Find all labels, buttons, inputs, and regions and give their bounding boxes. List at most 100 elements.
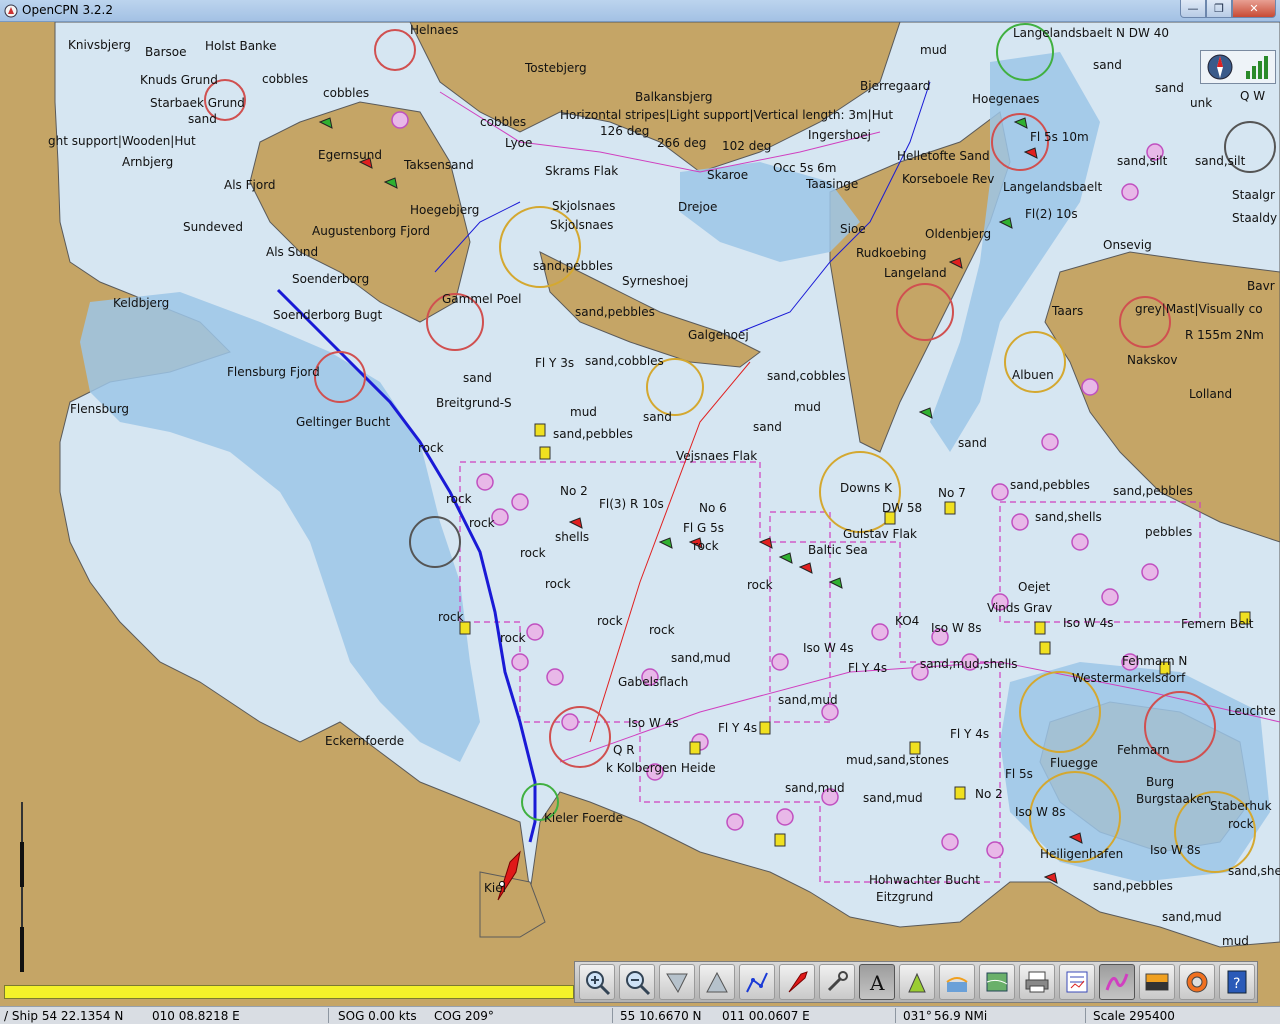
place-label: Oejet: [1018, 580, 1051, 594]
light-label: unk: [1190, 96, 1213, 110]
seabed-label: shells: [555, 530, 590, 544]
color-scheme-icon: [1145, 973, 1169, 991]
place-label: Geltinger Bucht: [296, 415, 391, 429]
window-title: OpenCPN 3.2.2: [22, 3, 113, 17]
light-label: Iso W 4s: [803, 641, 854, 655]
place-label: Eitzgrund: [876, 890, 934, 904]
buoy-label: No 6: [699, 501, 727, 515]
seabed-label: cobbles: [480, 115, 527, 129]
svg-text:?: ?: [1233, 976, 1240, 992]
light-label: Fl Y 4s: [848, 661, 888, 675]
seabed-label: mud: [570, 405, 597, 419]
seabed-label: mud: [1222, 934, 1249, 948]
route-manager-icon: [1066, 971, 1088, 993]
seabed-label: rock: [649, 623, 675, 637]
scale-out-button[interactable]: [699, 964, 735, 1000]
place-label: Staaldy: [1232, 211, 1278, 225]
light-label: Iso W 8s: [1150, 843, 1201, 857]
track-button[interactable]: [1099, 964, 1135, 1000]
color-scheme-button[interactable]: [1139, 964, 1175, 1000]
seabed-label: mud,sand,stones: [846, 753, 949, 767]
mob-button[interactable]: [1179, 964, 1215, 1000]
place-label: k Kolbergen Heide: [606, 761, 716, 775]
gps-signal-icon: [1245, 56, 1268, 79]
course-over-ground: COG 209°: [434, 1009, 494, 1023]
place-label: Flensburg: [70, 402, 130, 416]
light-label: Fl G 5s: [683, 521, 725, 535]
place-label: Soenderborg: [292, 272, 370, 286]
light-label: DW 58: [882, 501, 923, 515]
buoy-label: No 2: [560, 484, 588, 498]
funnel-up-icon: [706, 971, 728, 993]
bearing-label: 102 deg: [722, 139, 772, 153]
light-label: Occ 5s 6m: [773, 161, 837, 175]
help-button[interactable]: ?: [1219, 964, 1255, 1000]
minimize-button[interactable]: —: [1180, 0, 1206, 18]
settings-button[interactable]: [819, 964, 855, 1000]
scale-in-button[interactable]: [659, 964, 695, 1000]
seabed-label: sand: [753, 420, 782, 434]
buoy-label: No 2: [975, 787, 1003, 801]
place-label: Lolland: [1189, 387, 1233, 401]
seabed-label: rock: [438, 610, 464, 624]
place-label: Skaroe: [707, 168, 749, 182]
current-icon: [908, 972, 926, 993]
maximize-button[interactable]: ❐: [1206, 0, 1232, 18]
place-label: Augustenborg Fjord: [312, 224, 431, 238]
seabed-label: rock: [469, 516, 495, 530]
tide-button[interactable]: [939, 964, 975, 1000]
seabed-label: sand,pebbles: [1010, 478, 1090, 492]
place-label: Knuds Grund: [140, 73, 218, 87]
place-label: Vejsnaes Flak: [676, 449, 758, 463]
place-label: Barsoe: [145, 45, 187, 59]
light-label: Fl Y 4s: [950, 727, 990, 741]
place-label: Drejoe: [678, 200, 718, 214]
close-button[interactable]: ✕: [1232, 0, 1276, 18]
route-manager-button[interactable]: [1059, 964, 1095, 1000]
chart-canvas[interactable]: Knivsbjerg Barsoe Holst Banke Helnaes Kn…: [0, 22, 1280, 1006]
bearing-label: 266 deg: [657, 136, 707, 150]
place-label: Bjerregaard: [860, 79, 931, 93]
seabed-label: sand,mud: [863, 791, 923, 805]
place-label: Hoegenaes: [972, 92, 1040, 106]
chart-scale-bar: [20, 802, 24, 972]
ship-icon: [788, 971, 808, 993]
light-label: Iso W 4s: [1063, 616, 1114, 630]
buoy-label: No 7: [938, 486, 966, 500]
seabed-label: pebbles: [1145, 525, 1193, 539]
chart-progress-bar: [4, 985, 574, 999]
place-label: Galgehoej: [688, 328, 749, 342]
current-button[interactable]: [899, 964, 935, 1000]
light-label: Iso W 8s: [931, 621, 982, 635]
place-label: Sundeved: [183, 220, 243, 234]
print-button[interactable]: [1019, 964, 1055, 1000]
text-button[interactable]: A: [859, 964, 895, 1000]
compass-widget[interactable]: [1200, 50, 1276, 84]
seabed-label: rock: [500, 631, 526, 645]
seabed-label: cobbles: [262, 72, 309, 86]
place-label: Bavr: [1247, 279, 1275, 293]
place-label: Syrneshoej: [622, 274, 689, 288]
seabed-label: sand,mud: [1162, 910, 1222, 924]
place-label: Skjolsnaes: [550, 218, 614, 232]
chart-quilt-button[interactable]: [979, 964, 1015, 1000]
seabed-label: rock: [545, 577, 571, 591]
place-label: Holst Banke: [205, 39, 277, 53]
title-bar[interactable]: OpenCPN 3.2.2 — ❐ ✕: [0, 0, 1280, 22]
route-button[interactable]: [739, 964, 775, 1000]
ship-longitude: 010 08.8218 E: [152, 1009, 240, 1023]
zoom-out-button[interactable]: [619, 964, 655, 1000]
place-label: Tostebjerg: [525, 61, 587, 75]
cursor-latitude: 55 10.6670 N: [620, 1009, 702, 1023]
zoom-in-button[interactable]: [579, 964, 615, 1000]
seabed-label: sand: [188, 112, 217, 126]
seabed-label: sand,shells: [1228, 864, 1280, 878]
seabed-label: sand,pebbles: [1113, 484, 1193, 498]
light-label: Fl 5s: [1005, 767, 1033, 781]
place-label: Nakskov: [1127, 353, 1178, 367]
seabed-label: rock: [418, 441, 444, 455]
seabed-label: sand: [1155, 81, 1184, 95]
place-label: Arnbjerg: [122, 155, 174, 169]
follow-button[interactable]: [779, 964, 815, 1000]
seabed-label: mud: [920, 43, 947, 57]
